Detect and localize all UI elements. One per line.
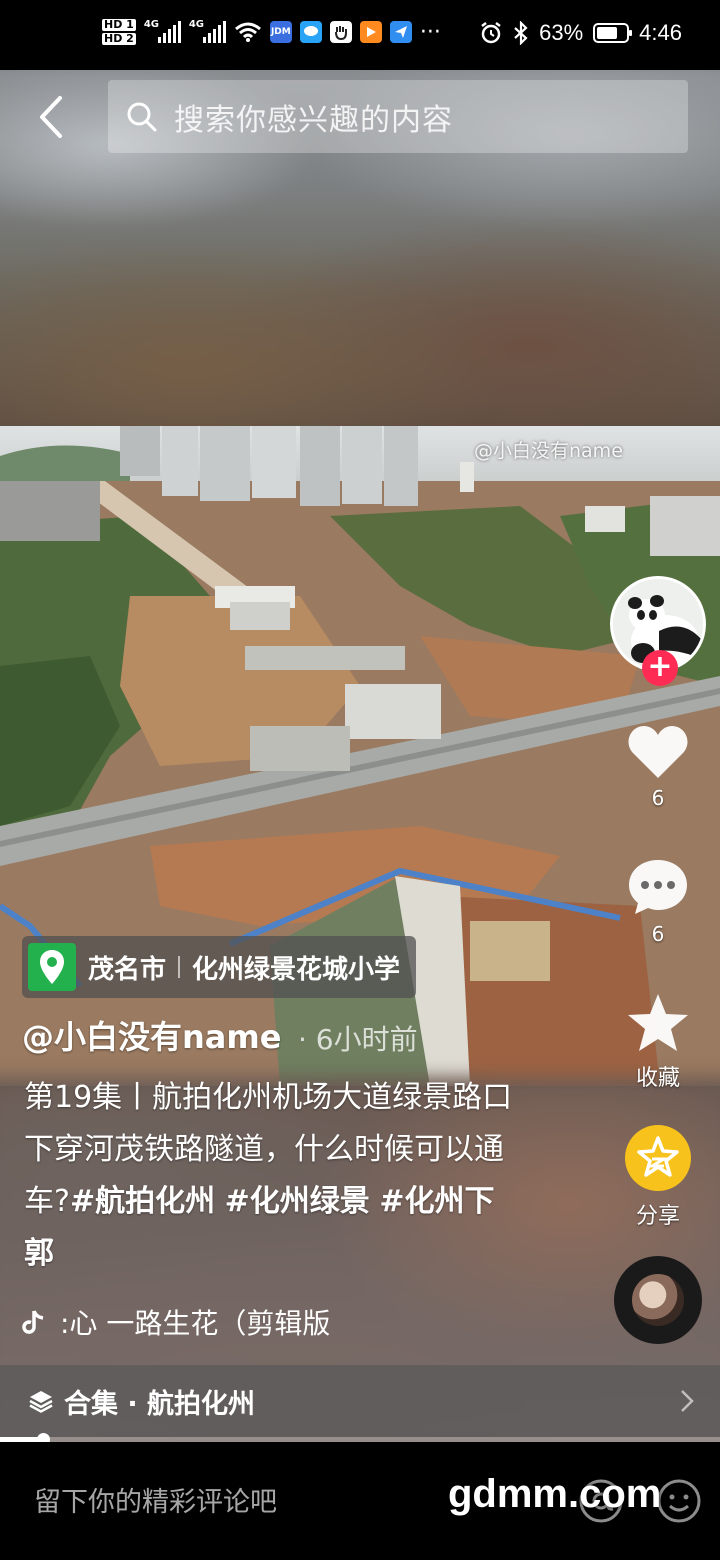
comment-button[interactable]: 6 — [618, 858, 698, 946]
search-icon — [127, 102, 157, 131]
hd1-label: HD 1 — [102, 18, 136, 31]
heart-icon — [628, 726, 688, 778]
status-bar: HD 1 HD 2 4G 4G JDM ··· 63% 4:46 — [0, 0, 720, 70]
video-app-icon — [359, 21, 382, 43]
post-time: · 6小时前 — [298, 1023, 418, 1056]
more-notifications-icon: ··· — [419, 19, 441, 45]
network-type-2: 4G — [188, 19, 204, 30]
chevron-right-icon — [681, 1390, 694, 1412]
follow-button[interactable]: + — [642, 650, 678, 686]
hd2-label: HD 2 — [102, 32, 136, 45]
location-separator — [178, 956, 181, 978]
like-button[interactable]: 6 — [618, 724, 698, 810]
comment-icon — [629, 860, 687, 914]
site-watermark: gdmm.com — [448, 1472, 662, 1516]
music-title: :心 一路生花（剪辑版 — [60, 1307, 331, 1340]
star-icon — [628, 994, 688, 1051]
message-app-icon — [389, 21, 412, 43]
alarm-icon — [481, 22, 501, 44]
location-place: 化州绿景花城小学 — [192, 954, 401, 985]
location-city: 茂名市 — [88, 954, 167, 985]
location-tag[interactable]: 茂名市 化州绿景花城小学 — [22, 936, 417, 998]
favorite-label: 收藏 — [635, 1066, 680, 1091]
network-type-1: 4G — [143, 19, 159, 30]
comment-input[interactable]: 留下你的精彩评论吧 — [34, 1480, 277, 1519]
bluetooth-icon — [514, 21, 528, 45]
signal-icon: 4G — [188, 19, 226, 43]
share-icon — [625, 1125, 691, 1191]
hashtag[interactable]: #航拍化州 — [70, 1184, 215, 1219]
author-name[interactable]: @小白没有name — [22, 1012, 281, 1058]
post-description[interactable]: 第19集丨航拍化州机场大道绿景路口下穿河茂铁路隧道，什么时候可以通车?#航拍化州… — [24, 1072, 524, 1280]
battery-icon — [593, 23, 633, 43]
music-disc[interactable] — [614, 1256, 702, 1344]
music-info[interactable]: :心 一路生花（剪辑版 — [22, 1302, 330, 1342]
search-bar[interactable]: 搜索你感兴趣的内容 — [108, 80, 688, 153]
signal-icon: 4G — [143, 19, 181, 43]
like-count: 6 — [651, 786, 665, 810]
collection-label: 合集 · 航拍化州 — [64, 1388, 256, 1420]
jdm-app-icon: JDM — [269, 21, 292, 43]
comment-count: 6 — [651, 922, 665, 946]
hd-indicator: HD 1 HD 2 — [102, 18, 136, 46]
wifi-icon — [234, 22, 261, 42]
search-placeholder: 搜索你感兴趣的内容 — [174, 102, 453, 138]
layers-icon — [29, 1391, 53, 1413]
collection-bar[interactable]: 合集 · 航拍化州 — [0, 1365, 720, 1437]
chat-app-icon — [299, 21, 322, 43]
share-button[interactable]: 分享 — [618, 1124, 698, 1230]
comment-bar: 留下你的精彩评论吧 gdmm.com — [0, 1442, 720, 1560]
location-pin-icon — [28, 943, 76, 991]
back-arrow-icon[interactable] — [32, 92, 72, 142]
hand-app-icon — [329, 21, 352, 43]
hashtag[interactable]: #化州绿景 — [225, 1184, 370, 1219]
video-watermark: @小白没有name — [474, 440, 623, 462]
favorite-button[interactable]: 收藏 — [618, 992, 698, 1092]
battery-percent: 63% — [539, 20, 584, 45]
music-cover — [632, 1274, 684, 1326]
music-note-icon — [22, 1310, 44, 1334]
emoji-icon[interactable] — [656, 1478, 702, 1524]
share-label: 分享 — [635, 1204, 680, 1229]
clock: 4:46 — [639, 20, 682, 45]
